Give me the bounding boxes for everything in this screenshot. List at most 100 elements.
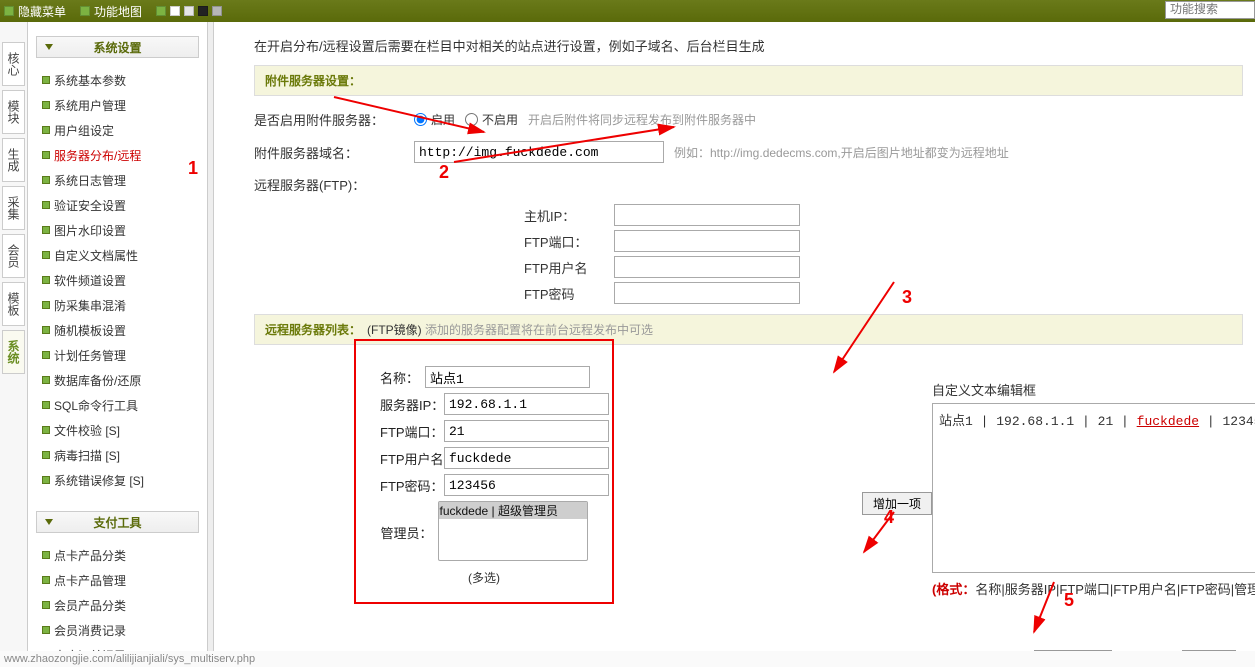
sidebar-list-payment: 点卡产品分类 点卡产品管理 会员产品分类 会员消费记录 商店订单记录 [28,543,207,662]
rail-module[interactable]: 模块 [2,90,25,134]
row-enable: 是否启用附件服务器： 启用 不启用 开启后附件将同步远程发布到附件服务器中 [254,104,1243,135]
sidebar-list-system: 系统基本参数 系统用户管理 用户组设定 服务器分布/远程 系统日志管理 验证安全… [28,68,207,493]
theme-black-icon[interactable] [198,6,208,16]
rail-system[interactable]: 系统 [2,330,25,374]
rail-core[interactable]: 核心 [2,42,25,86]
theme-white-icon[interactable] [170,6,180,16]
ip-input[interactable] [444,393,609,415]
main-content: 在开启分布/远程设置后需要在栏目中对相关的站点进行设置，例如子域名、后台栏目生成… [214,22,1255,662]
sidebar-item[interactable]: 验证安全设置 [28,193,207,218]
sidebar-item-active[interactable]: 服务器分布/远程 [28,143,207,168]
list-sub-prefix: (FTP镜像) [367,323,422,337]
radio-enable[interactable] [414,113,427,126]
ftp-user-input[interactable] [614,256,800,278]
sidebar-item[interactable]: 系统用户管理 [28,93,207,118]
square-icon [80,6,90,16]
add-item-button[interactable]: 增加一项 [862,492,932,515]
sidebar-item[interactable]: 点卡产品管理 [28,568,207,593]
sidebar-item[interactable]: 点卡产品分类 [28,543,207,568]
sidebar-item[interactable]: 病毒扫描 [S] [28,443,207,468]
pass-label: FTP密码： [380,476,438,495]
tok: 192.68.1.1 [996,414,1074,429]
sidebar-item[interactable]: 用户组设定 [28,118,207,143]
custom-editor: 自定义文本编辑框 站点1 | 192.68.1.1 | 21 | fuckded… [932,380,1255,598]
sidebar-item[interactable]: 系统日志管理 [28,168,207,193]
ftp-block: 主机IP： FTP端口： FTP用户名 FTP密码 [524,204,1243,304]
sidebar-item[interactable]: 数据库备份/还原 [28,368,207,393]
sidebar-item[interactable]: 防采集串混淆 [28,293,207,318]
list-sub-hint: 添加的服务器配置将在前台远程发布中可选 [425,323,653,337]
radio-enable-wrap[interactable]: 启用 [414,111,455,128]
ftp-port-label: FTP端口： [524,232,614,251]
func-map-button[interactable]: 功能地图 [80,3,142,20]
search-wrapper [1165,1,1255,19]
rail-collect[interactable]: 采集 [2,186,25,230]
radio-disable-label: 不启用 [482,111,518,128]
hide-menu-button[interactable]: 隐藏菜单 [4,3,66,20]
row-domain: 附件服务器域名： 例如：http://img.dedecms.com,开启后图片… [254,135,1243,169]
sidebar-item[interactable]: 随机模板设置 [28,318,207,343]
editor-label: 自定义文本编辑框 [932,380,1255,399]
sidebar: 系统设置 系统基本参数 系统用户管理 用户组设定 服务器分布/远程 系统日志管理… [28,22,208,662]
sidebar-item[interactable]: 文件校验 [S] [28,418,207,443]
pass-input[interactable] [444,474,609,496]
section-attach-title: 附件服务器设置： [254,65,1243,96]
admin-label: 管理员： [380,523,432,542]
ftp-host-label: 主机IP： [524,206,614,225]
theme-grey-icon[interactable] [212,6,222,16]
func-map-label: 功能地图 [94,3,142,20]
sidebar-item[interactable]: 系统基本参数 [28,68,207,93]
row-ftp: 远程服务器(FTP)： [254,169,1243,200]
rail-template[interactable]: 模板 [2,282,25,326]
editor-box[interactable]: 站点1 | 192.68.1.1 | 21 | fuckdede | 12345… [932,403,1255,573]
ftp-user-label: FTP用户名 [524,258,614,277]
theme-teal-icon[interactable] [184,6,194,16]
theme-green-icon[interactable] [156,6,166,16]
intro-text: 在开启分布/远程设置后需要在栏目中对相关的站点进行设置，例如子域名、后台栏目生成 [254,36,1243,55]
sidebar-item[interactable]: 会员消费记录 [28,618,207,643]
tok: 21 [1098,414,1114,429]
ftp-pass-label: FTP密码 [524,284,614,303]
search-input[interactable] [1165,1,1255,19]
square-icon [4,6,14,16]
rail-member[interactable]: 会员 [2,234,25,278]
sidebar-item[interactable]: 计划任务管理 [28,343,207,368]
name-label: 名称： [380,368,419,387]
rail-generate[interactable]: 生成 [2,138,25,182]
domain-input[interactable] [414,141,664,163]
left-rail: 核心 模块 生成 采集 会员 模板 系统 [0,22,28,662]
topbar: 隐藏菜单 功能地图 [0,0,1255,22]
tok: 123456 [1222,414,1255,429]
sidebar-item[interactable]: 会员产品分类 [28,593,207,618]
enable-label: 是否启用附件服务器： [254,110,414,129]
port-input[interactable] [444,420,609,442]
format-prefix: (格式： [932,582,975,597]
ftp-host-input[interactable] [614,204,800,226]
domain-label: 附件服务器域名： [254,143,414,162]
port-label: FTP端口： [380,422,438,441]
user-label: FTP用户名： [380,449,438,468]
user-input[interactable] [444,447,609,469]
multi-hint: (多选) [380,569,588,586]
radio-disable-wrap[interactable]: 不启用 [465,111,518,128]
sidebar-group-payment[interactable]: 支付工具 [36,511,199,533]
theme-switcher[interactable] [156,6,222,16]
server-form-box: 名称： 服务器IP： FTP端口： FTP用户名： FTP密码： 管理员： fu… [354,339,614,604]
sidebar-item[interactable]: SQL命令行工具 [28,393,207,418]
tok: 站点1 [939,414,973,429]
admin-select[interactable]: fuckdede | 超级管理员 [438,501,588,561]
ftp-port-input[interactable] [614,230,800,252]
sidebar-group-system[interactable]: 系统设置 [36,36,199,58]
admin-option[interactable]: fuckdede | 超级管理员 [439,502,587,519]
sidebar-item[interactable]: 系统错误修复 [S] [28,468,207,493]
name-input[interactable] [425,366,590,388]
sidebar-item[interactable]: 软件频道设置 [28,268,207,293]
ftp-label: 远程服务器(FTP)： [254,175,414,194]
ftp-pass-input[interactable] [614,282,800,304]
sidebar-item[interactable]: 自定义文档属性 [28,243,207,268]
sidebar-item[interactable]: 图片水印设置 [28,218,207,243]
tok-error: fuckdede [1137,414,1199,429]
radio-disable[interactable] [465,113,478,126]
radio-enable-label: 启用 [431,111,455,128]
statusbar: www.zhaozongjie.com/alilijianjiali/sys_m… [0,651,1255,667]
